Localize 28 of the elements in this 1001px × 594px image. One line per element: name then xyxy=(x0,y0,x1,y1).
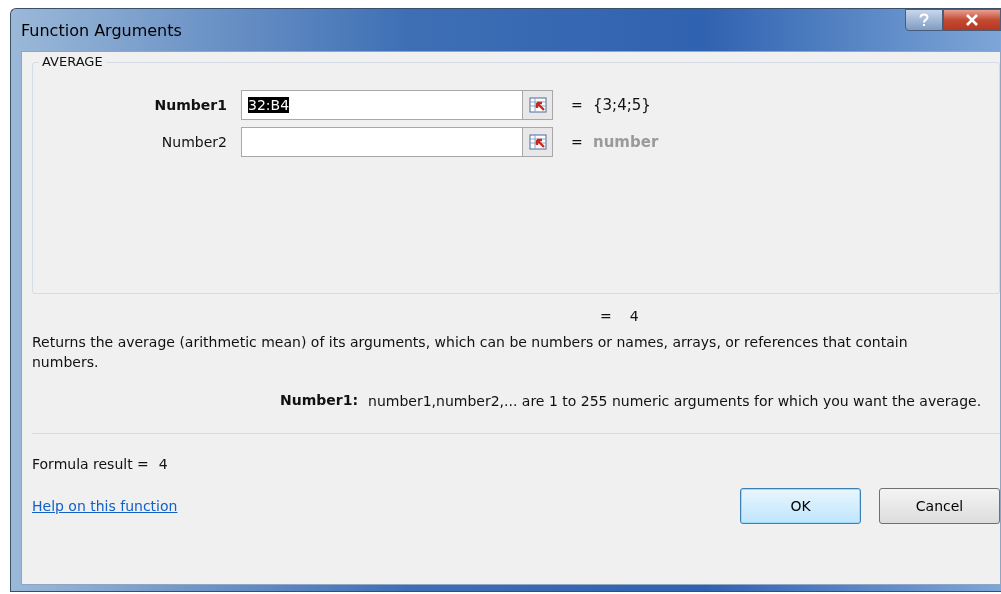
equals-sign: = xyxy=(600,308,612,324)
collapse-dialog-button[interactable] xyxy=(523,127,553,157)
range-select-icon xyxy=(528,134,547,150)
help-button[interactable] xyxy=(905,9,943,31)
window-title: Function Arguments xyxy=(21,20,182,40)
ok-button[interactable]: OK xyxy=(740,488,861,524)
range-select-icon xyxy=(528,97,547,113)
function-name: AVERAGE xyxy=(39,54,106,69)
close-icon xyxy=(965,14,979,26)
argument-result: {3;4;5} xyxy=(593,96,651,114)
formula-result-label: Formula result = xyxy=(32,456,149,472)
help-link[interactable]: Help on this function xyxy=(32,498,178,514)
argument-help-label: Number1: xyxy=(280,392,359,410)
function-description: Returns the average (arithmetic mean) of its arguments, which can be numbers or names, arrays, or references that contain numbers. xyxy=(32,333,909,372)
close-button[interactable] xyxy=(943,9,1001,31)
argument-help-text: number1,number2,... are 1 to 255 numeric arguments for which you want the average. xyxy=(368,392,982,411)
collapse-dialog-button[interactable] xyxy=(523,90,553,120)
equals-sign: = xyxy=(571,97,584,113)
argument-result: number xyxy=(593,133,659,151)
function-result: 4 xyxy=(629,308,639,324)
argument-field[interactable] xyxy=(241,127,523,157)
argument-label: Number1 xyxy=(153,97,228,113)
cancel-button[interactable]: Cancel xyxy=(879,488,1000,524)
argument-label: Number2 xyxy=(160,134,228,150)
argument-field[interactable]: 32:B4 xyxy=(241,90,523,120)
equals-sign: = xyxy=(571,134,584,150)
formula-result-value: 4 xyxy=(158,456,168,472)
help-icon xyxy=(918,13,930,27)
